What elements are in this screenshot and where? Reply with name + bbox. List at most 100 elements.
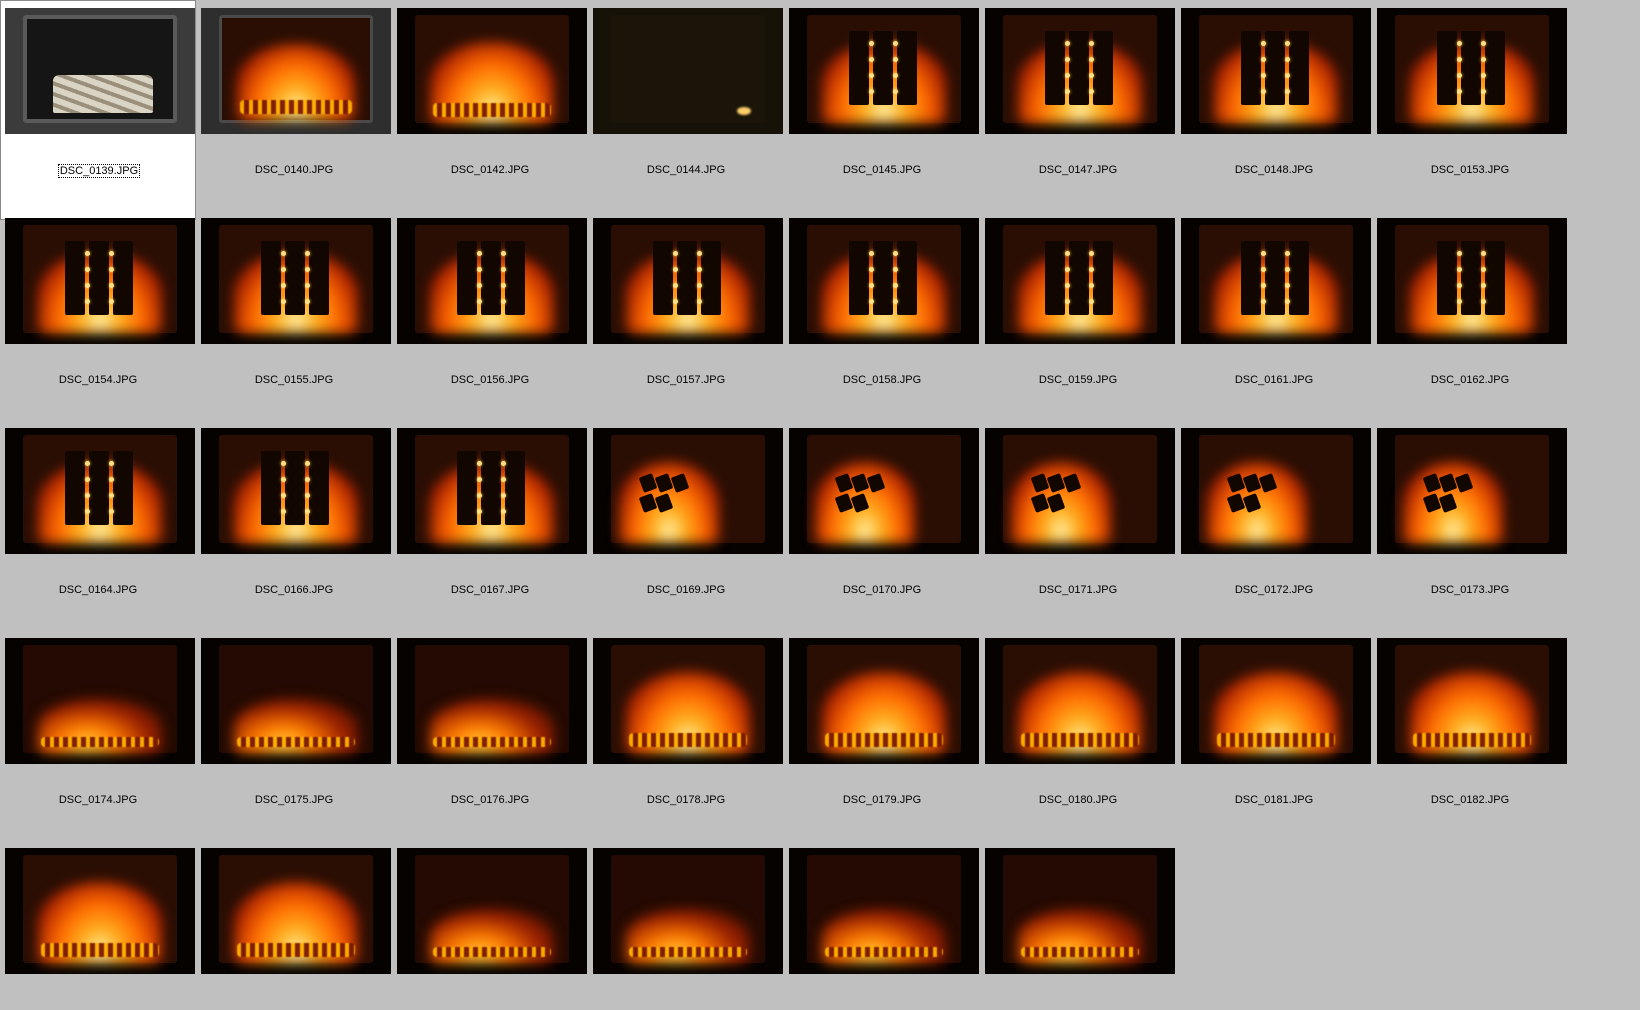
thumbnail-image[interactable] — [789, 8, 979, 134]
thumbnail-item[interactable]: DSC_0155.JPG — [196, 210, 392, 430]
thumbnail-image[interactable] — [5, 848, 195, 974]
thumbnail-image[interactable] — [593, 218, 783, 344]
thumbnail-image[interactable] — [593, 848, 783, 974]
glow-gap — [673, 283, 678, 288]
thumbnail-image[interactable] — [985, 218, 1175, 344]
thumbnail-filename: DSC_0147.JPG — [980, 164, 1176, 176]
glow-gap — [501, 493, 506, 498]
thumbnail-image[interactable] — [789, 848, 979, 974]
thumbnail-image[interactable] — [5, 638, 195, 764]
thumbnail-image[interactable] — [1377, 8, 1567, 134]
thumbnail-item[interactable]: DSC_0176.JPG — [392, 630, 588, 850]
glow-gap — [1285, 299, 1290, 304]
thumbnail-item[interactable] — [392, 840, 588, 1010]
thumbnail-image[interactable] — [201, 848, 391, 974]
thumbnail-image[interactable] — [5, 218, 195, 344]
thumbnail-item[interactable]: DSC_0164.JPG — [0, 420, 196, 640]
glow-gap — [1261, 73, 1266, 78]
thumbnail-item[interactable]: DSC_0153.JPG — [1372, 0, 1568, 220]
thumbnail-image[interactable] — [593, 428, 783, 554]
thumbnail-item[interactable]: DSC_0157.JPG — [588, 210, 784, 430]
thumbnail-item[interactable]: DSC_0167.JPG — [392, 420, 588, 640]
thumbnail-image[interactable] — [1377, 428, 1567, 554]
thumbnail-image[interactable] — [397, 218, 587, 344]
thumbnail-image[interactable] — [593, 8, 783, 134]
briquette-stack — [457, 451, 477, 525]
thumbnail-item[interactable]: DSC_0179.JPG — [784, 630, 980, 850]
glow-gap — [1457, 41, 1462, 46]
thumbnail-item[interactable] — [588, 840, 784, 1010]
thumbnail-image[interactable] — [1181, 638, 1371, 764]
thumbnail-item[interactable]: DSC_0166.JPG — [196, 420, 392, 640]
thumbnail-item[interactable]: DSC_0173.JPG — [1372, 420, 1568, 640]
thumbnail-item[interactable]: DSC_0172.JPG — [1176, 420, 1372, 640]
thumbnail-item[interactable]: DSC_0156.JPG — [392, 210, 588, 430]
thumbnail-item[interactable]: DSC_0145.JPG — [784, 0, 980, 220]
glow-gap — [1065, 73, 1070, 78]
glow-gap — [893, 41, 898, 46]
briquette-stack — [1045, 241, 1065, 315]
thumbnail-item[interactable]: DSC_0174.JPG — [0, 630, 196, 850]
glow-gap — [305, 461, 310, 466]
thumbnail-item[interactable]: DSC_0181.JPG — [1176, 630, 1372, 850]
thumbnail-image[interactable] — [201, 638, 391, 764]
thumbnail-image[interactable] — [593, 638, 783, 764]
thumbnail-item[interactable] — [0, 840, 196, 1010]
thumbnail-image[interactable] — [397, 848, 587, 974]
glow-gap — [1065, 57, 1070, 62]
briquette-stack — [65, 451, 85, 525]
thumbnail-image[interactable] — [201, 218, 391, 344]
briquette-stack — [505, 451, 525, 525]
thumbnail-item[interactable]: DSC_0175.JPG — [196, 630, 392, 850]
thumbnail-image[interactable] — [1181, 218, 1371, 344]
thumbnail-image[interactable] — [397, 638, 587, 764]
thumbnail-item[interactable] — [980, 840, 1176, 1010]
fireplace-frame — [807, 435, 961, 543]
thumbnail-image[interactable] — [789, 638, 979, 764]
thumbnail-image[interactable] — [201, 8, 391, 134]
thumbnail-image[interactable] — [5, 8, 195, 134]
thumbnail-filename: DSC_0179.JPG — [784, 794, 980, 806]
glowing-coals — [237, 943, 355, 957]
thumbnail-item[interactable]: DSC_0159.JPG — [980, 210, 1176, 430]
thumbnail-item[interactable]: DSC_0170.JPG — [784, 420, 980, 640]
thumbnail-item[interactable]: DSC_0182.JPG — [1372, 630, 1568, 850]
thumbnail-item[interactable]: DSC_0180.JPG — [980, 630, 1176, 850]
thumbnail-item[interactable]: DSC_0147.JPG — [980, 0, 1176, 220]
thumbnail-item[interactable]: DSC_0169.JPG — [588, 420, 784, 640]
filename-text: DSC_0176.JPG — [450, 794, 530, 806]
briquette-stack — [1461, 241, 1481, 315]
thumbnail-item[interactable]: DSC_0142.JPG — [392, 0, 588, 220]
thumbnail-image[interactable] — [5, 428, 195, 554]
glow-gap — [109, 493, 114, 498]
thumbnail-image[interactable] — [397, 428, 587, 554]
thumbnail-item[interactable]: DSC_0144.JPG — [588, 0, 784, 220]
thumbnail-item[interactable]: DSC_0158.JPG — [784, 210, 980, 430]
briquette-stack — [897, 31, 917, 105]
thumbnail-item[interactable]: DSC_0148.JPG — [1176, 0, 1372, 220]
thumbnail-image[interactable] — [789, 218, 979, 344]
thumbnail-image[interactable] — [789, 428, 979, 554]
thumbnail-item[interactable]: DSC_0139.JPG — [0, 0, 196, 220]
thumbnail-item[interactable]: DSC_0171.JPG — [980, 420, 1176, 640]
thumbnail-item[interactable]: DSC_0161.JPG — [1176, 210, 1372, 430]
thumbnail-image[interactable] — [985, 428, 1175, 554]
thumbnail-item[interactable]: DSC_0140.JPG — [196, 0, 392, 220]
thumbnail-image[interactable] — [985, 8, 1175, 134]
thumbnail-image[interactable] — [1181, 8, 1371, 134]
thumbnail-image[interactable] — [201, 428, 391, 554]
glow-gap — [501, 251, 506, 256]
thumbnail-item[interactable]: DSC_0162.JPG — [1372, 210, 1568, 430]
thumbnail-image[interactable] — [397, 8, 587, 134]
thumbnail-image[interactable] — [985, 638, 1175, 764]
thumbnail-image[interactable] — [1377, 638, 1567, 764]
thumbnail-item[interactable]: DSC_0178.JPG — [588, 630, 784, 850]
thumbnail-item[interactable] — [784, 840, 980, 1010]
thumbnail-image[interactable] — [1377, 218, 1567, 344]
glow-gap — [893, 267, 898, 272]
fireplace-frame — [415, 15, 569, 123]
thumbnail-item[interactable]: DSC_0154.JPG — [0, 210, 196, 430]
thumbnail-item[interactable] — [196, 840, 392, 1010]
thumbnail-image[interactable] — [985, 848, 1175, 974]
thumbnail-image[interactable] — [1181, 428, 1371, 554]
